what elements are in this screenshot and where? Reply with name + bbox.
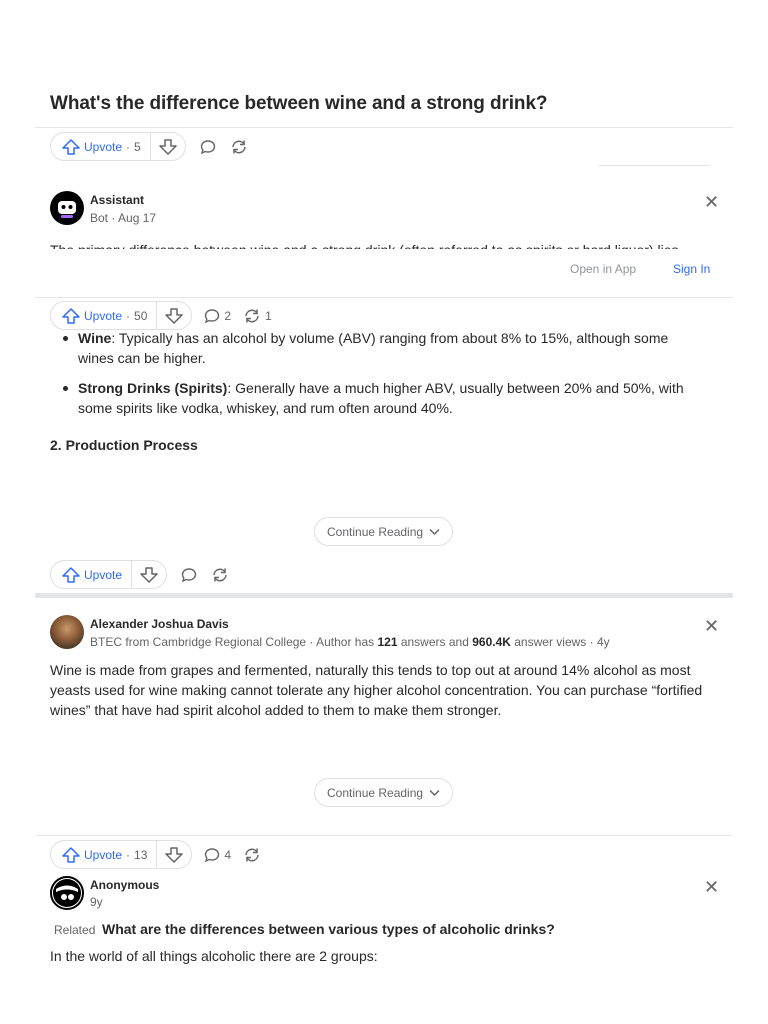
chevron-down-icon: [429, 789, 440, 796]
views-count: 960.4K: [472, 635, 511, 649]
answer-preview-line: The primary difference between wine and …: [50, 240, 720, 249]
answer-comment-button[interactable]: [181, 567, 197, 583]
answer-comment-button[interactable]: 2: [204, 308, 231, 324]
avatar[interactable]: [50, 876, 84, 910]
answer-downvote-button[interactable]: [157, 841, 191, 868]
answer-body: Wine is made from grapes and fermented, …: [50, 662, 703, 718]
open-in-app-link[interactable]: Open in App: [570, 262, 636, 276]
continue-reading-button[interactable]: Continue Reading: [314, 517, 454, 546]
answer-share-button[interactable]: [211, 567, 229, 583]
upvote-label: Upvote: [84, 308, 123, 323]
downvote-icon: [165, 846, 184, 863]
answers-count: 121: [377, 635, 398, 649]
meta-text: answers and: [397, 635, 473, 649]
anonymous-avatar-icon: [53, 879, 81, 907]
comment-icon: [205, 308, 220, 323]
answer-downvote-button[interactable]: [132, 561, 166, 588]
author-name[interactable]: Anonymous: [90, 878, 159, 892]
answer-body: In the world of all things alcoholic the…: [50, 948, 378, 964]
question-comment-button[interactable]: [200, 139, 216, 155]
list-item: Strong Drinks (Spirits): Generally have …: [50, 378, 690, 418]
question-title: What's the difference between wine and a…: [50, 93, 548, 114]
question-downvote-button[interactable]: [151, 133, 185, 160]
continue-reading-label: Continue Reading: [327, 524, 424, 539]
author-name[interactable]: Assistant: [90, 193, 144, 207]
answer-vote-pill: Upvote · 13: [50, 840, 193, 869]
upvote-icon: [62, 566, 80, 583]
answer-upvote-button[interactable]: Upvote · 13: [51, 841, 158, 868]
author-meta: 9y: [90, 895, 103, 909]
divider: [35, 835, 733, 836]
share-icon: [231, 140, 246, 153]
related-question-link[interactable]: What are the differences between various…: [102, 921, 555, 937]
upvote-separator: ·: [126, 847, 131, 862]
author-credential: BTEC from Cambridge Regional College · A…: [90, 635, 378, 649]
bullet-term: Strong Drinks (Spirits): [78, 380, 228, 396]
bullet-text: : Typically has an alcohol by volume (AB…: [78, 330, 669, 366]
meta-text: answer views · 4y: [510, 635, 610, 649]
upvote-icon: [62, 846, 80, 863]
upvote-label: Upvote: [84, 847, 123, 862]
answer-vote-pill: Upvote: [50, 560, 168, 589]
comment-count: 2: [224, 308, 232, 323]
upvote-label: Upvote: [84, 139, 123, 154]
upvote-count: 50: [134, 308, 148, 323]
comment-count: 4: [224, 847, 232, 862]
answer-upvote-button[interactable]: Upvote · 50: [51, 302, 158, 329]
avatar[interactable]: [50, 191, 84, 225]
upvote-icon: [62, 138, 80, 155]
share-icon: [245, 309, 259, 322]
question-share-button[interactable]: [230, 139, 248, 155]
chevron-down-icon: [429, 528, 440, 535]
question-action-bar: Upvote · 5: [50, 132, 248, 161]
share-count: 1: [265, 308, 272, 323]
answer-vote-pill: Upvote · 50: [50, 301, 193, 330]
answer-bullet-list: Wine: Typically has an alcohol by volume…: [50, 328, 690, 428]
downvote-icon: [165, 307, 184, 324]
close-icon[interactable]: ✕: [704, 878, 719, 896]
divider: [35, 127, 733, 128]
answer-share-button[interactable]: 1: [243, 308, 272, 324]
answer-upvote-button[interactable]: Upvote: [51, 561, 133, 588]
faint-underline: [598, 165, 710, 166]
upvote-count: 5: [134, 139, 141, 154]
upvote-separator: ·: [126, 308, 131, 323]
upvote-label: Upvote: [84, 567, 123, 582]
author-name[interactable]: Alexander Joshua Davis: [90, 617, 229, 631]
comment-icon: [181, 567, 197, 582]
comment-icon: [205, 847, 220, 862]
upvote-separator: ·: [126, 139, 131, 154]
section-heading: 2. Production Process: [50, 437, 198, 453]
answer-action-bar: Upvote · 50 2 1: [50, 301, 272, 330]
close-icon[interactable]: ✕: [704, 193, 719, 211]
section-divider: [35, 593, 733, 598]
related-label: Related: [54, 923, 96, 937]
list-item: Wine: Typically has an alcohol by volume…: [50, 328, 690, 368]
answer-action-bar: Upvote · 13 4: [50, 840, 261, 869]
continue-reading-label: Continue Reading: [327, 785, 424, 800]
question-upvote-button[interactable]: Upvote · 5: [51, 133, 151, 160]
upvote-count: 13: [134, 847, 148, 862]
upvote-icon: [62, 307, 80, 324]
downvote-icon: [140, 566, 158, 583]
question-vote-pill: Upvote · 5: [50, 132, 186, 161]
answer-action-bar: Upvote: [50, 560, 229, 589]
answer-comment-button[interactable]: 4: [204, 847, 231, 863]
author-meta: BTEC from Cambridge Regional College · A…: [90, 635, 610, 649]
answer-share-button[interactable]: [243, 847, 261, 863]
sign-in-link[interactable]: Sign In: [673, 262, 710, 276]
answer-downvote-button[interactable]: [157, 302, 191, 329]
share-icon: [213, 568, 227, 581]
divider: [35, 297, 733, 298]
comment-icon: [200, 139, 215, 154]
avatar[interactable]: [50, 615, 84, 649]
author-meta: Bot · Aug 17: [90, 211, 157, 225]
continue-reading-button[interactable]: Continue Reading: [314, 778, 454, 807]
share-icon: [245, 848, 259, 861]
close-icon[interactable]: ✕: [704, 617, 719, 635]
bot-avatar-icon: [58, 201, 76, 218]
bullet-term: Wine: [78, 330, 112, 346]
downvote-icon: [158, 138, 177, 155]
